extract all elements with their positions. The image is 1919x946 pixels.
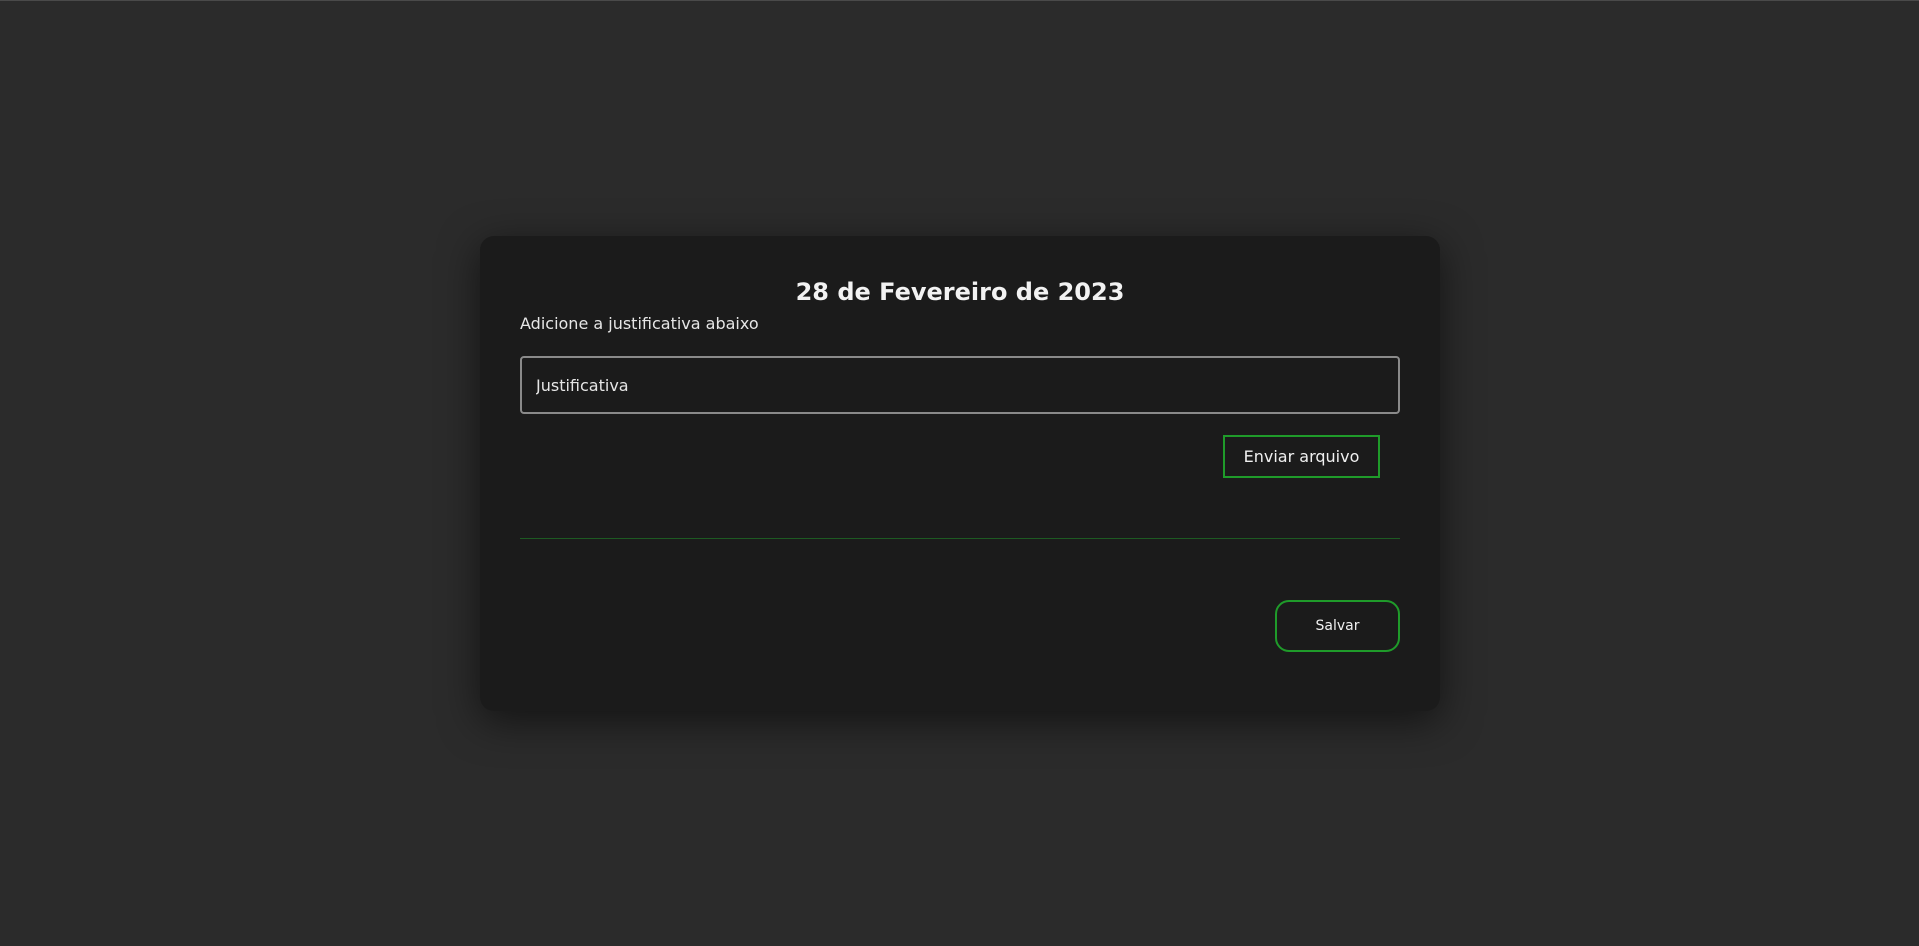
divider [520, 538, 1400, 539]
upload-file-button[interactable]: Enviar arquivo [1223, 435, 1380, 478]
modal-title: 28 de Fevereiro de 2023 [795, 278, 1125, 306]
top-border [0, 0, 1919, 1]
save-button[interactable]: Salvar [1275, 600, 1400, 652]
modal-subtitle: Adicione a justificativa abaixo [520, 314, 759, 333]
justification-field[interactable] [520, 356, 1400, 414]
justification-modal: 28 de Fevereiro de 2023 Adicione a justi… [480, 236, 1440, 711]
justification-input[interactable] [522, 358, 1398, 412]
